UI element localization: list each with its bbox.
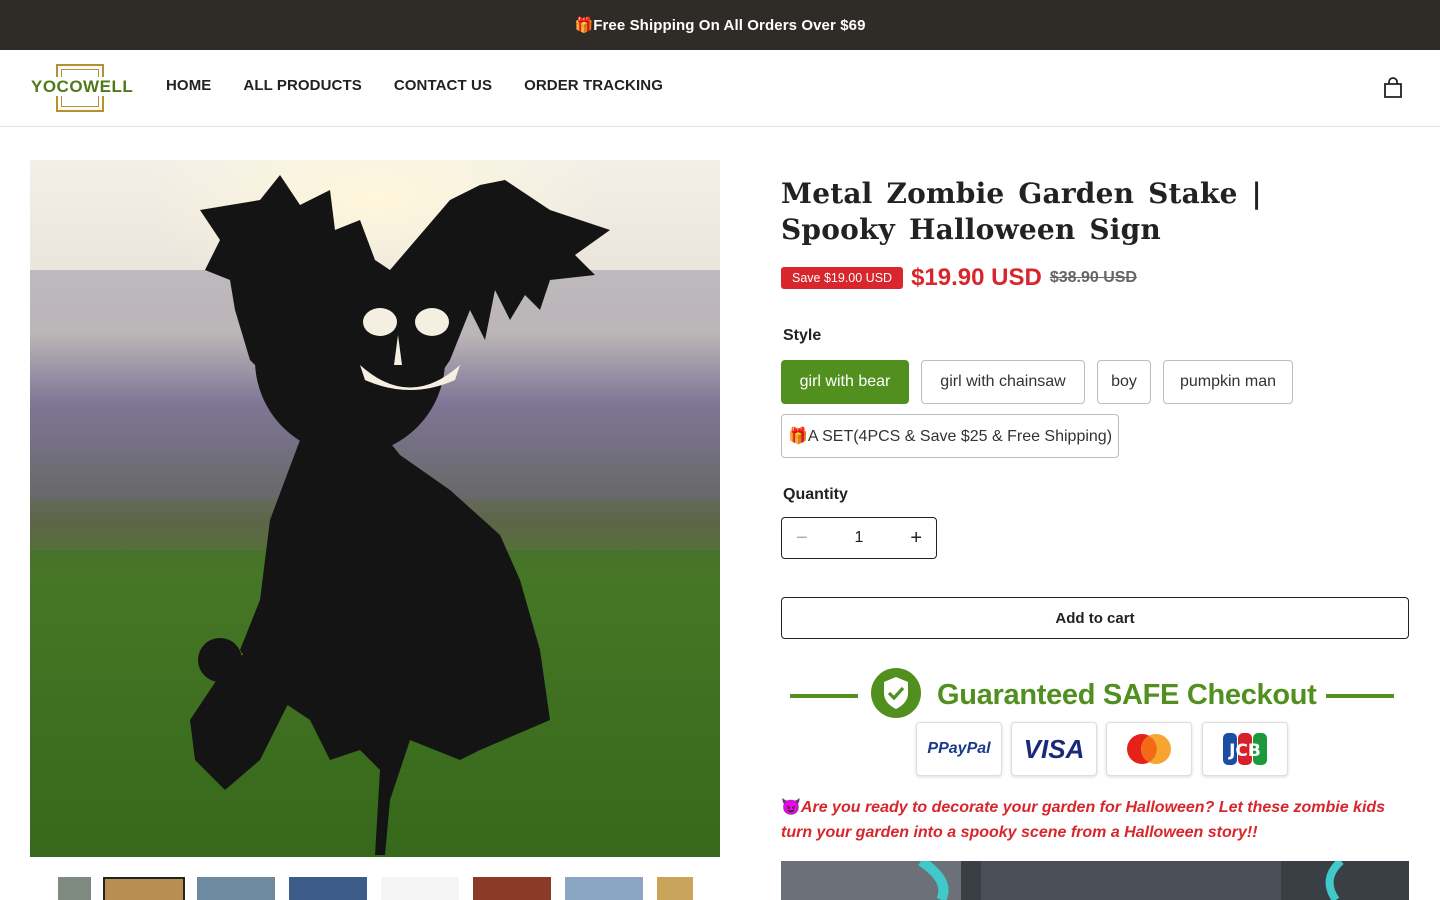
trust-divider-left: [790, 694, 858, 698]
thumbnail[interactable]: [657, 877, 693, 900]
product-main-image[interactable]: [30, 160, 720, 857]
save-badge: Save $19.00 USD: [781, 267, 904, 289]
nav-home[interactable]: HOME: [166, 77, 211, 94]
quantity-input[interactable]: 1: [855, 529, 864, 547]
promo-text-block: 😈Are you ready to decorate your garden f…: [781, 795, 1409, 845]
announcement-bar: 🎁Free Shipping On All Orders Over $69: [0, 0, 1440, 50]
thumbnail-active[interactable]: [103, 877, 185, 900]
nav-contact-us[interactable]: CONTACT US: [394, 77, 492, 94]
shield-check-icon: [870, 667, 922, 719]
mastercard-icon: [1106, 722, 1192, 776]
thumbnail[interactable]: [58, 877, 91, 900]
visa-label: VISA: [1023, 733, 1085, 764]
logo[interactable]: YOCOWELL: [30, 63, 135, 113]
announcement-text: 🎁Free Shipping On All Orders Over $69: [574, 17, 866, 34]
sale-price: $19.90 USD: [911, 264, 1042, 291]
main-nav: HOME ALL PRODUCTS CONTACT US ORDER TRACK…: [166, 77, 663, 94]
jcb-icon: JCB: [1202, 722, 1288, 776]
promo-text: Are you ready to decorate your garden fo…: [781, 799, 1386, 841]
thumbnail[interactable]: [289, 877, 367, 900]
thumbnail[interactable]: [381, 877, 459, 900]
site-header: YOCOWELL HOME ALL PRODUCTS CONTACT US OR…: [0, 50, 1440, 127]
quantity-increase-button[interactable]: +: [910, 527, 922, 550]
logo-text: YOCOWELL: [30, 77, 135, 96]
devil-emoji: 😈: [781, 799, 801, 816]
quantity-label: Quantity: [783, 486, 848, 503]
trust-divider-right: [1326, 694, 1394, 698]
style-label: Style: [783, 327, 822, 344]
option-girl-with-bear[interactable]: girl with bear: [781, 360, 909, 404]
thumbnail[interactable]: [197, 877, 275, 900]
nav-order-tracking[interactable]: ORDER TRACKING: [524, 77, 663, 94]
option-boy[interactable]: boy: [1097, 360, 1151, 404]
product-title: Metal Zombie Garden Stake | Spooky Hallo…: [781, 177, 1262, 246]
price-row: Save $19.00 USD $19.90 USD $38.90 USD: [781, 264, 1137, 292]
paypal-icon: P PayPal: [916, 722, 1002, 776]
thumbnail[interactable]: [473, 877, 551, 900]
paypal-label: PayPal: [938, 740, 991, 757]
svg-text:JCB: JCB: [1228, 741, 1261, 761]
thumbnail-strip: [58, 877, 698, 900]
option-pumpkin-man[interactable]: pumpkin man: [1163, 360, 1293, 404]
safe-checkout-badge: Guaranteed SAFE Checkout P PayPal VISA JC…: [781, 662, 1409, 782]
add-to-cart-button[interactable]: Add to cart: [781, 597, 1409, 639]
nav-all-products[interactable]: ALL PRODUCTS: [243, 77, 361, 94]
quantity-decrease-button[interactable]: −: [796, 527, 808, 550]
quantity-stepper: − 1 +: [781, 517, 937, 559]
description-image: [781, 861, 1409, 900]
compare-price: $38.90 USD: [1049, 269, 1137, 286]
visa-icon: VISA: [1011, 722, 1097, 776]
shopping-bag-icon[interactable]: [1382, 77, 1404, 99]
option-girl-with-chainsaw[interactable]: girl with chainsaw: [921, 360, 1085, 404]
safe-checkout-title: Guaranteed SAFE Checkout: [937, 679, 1317, 711]
thumbnail[interactable]: [565, 877, 643, 900]
option-set-4pcs[interactable]: 🎁A SET(4PCS & Save $25 & Free Shipping): [781, 414, 1119, 458]
